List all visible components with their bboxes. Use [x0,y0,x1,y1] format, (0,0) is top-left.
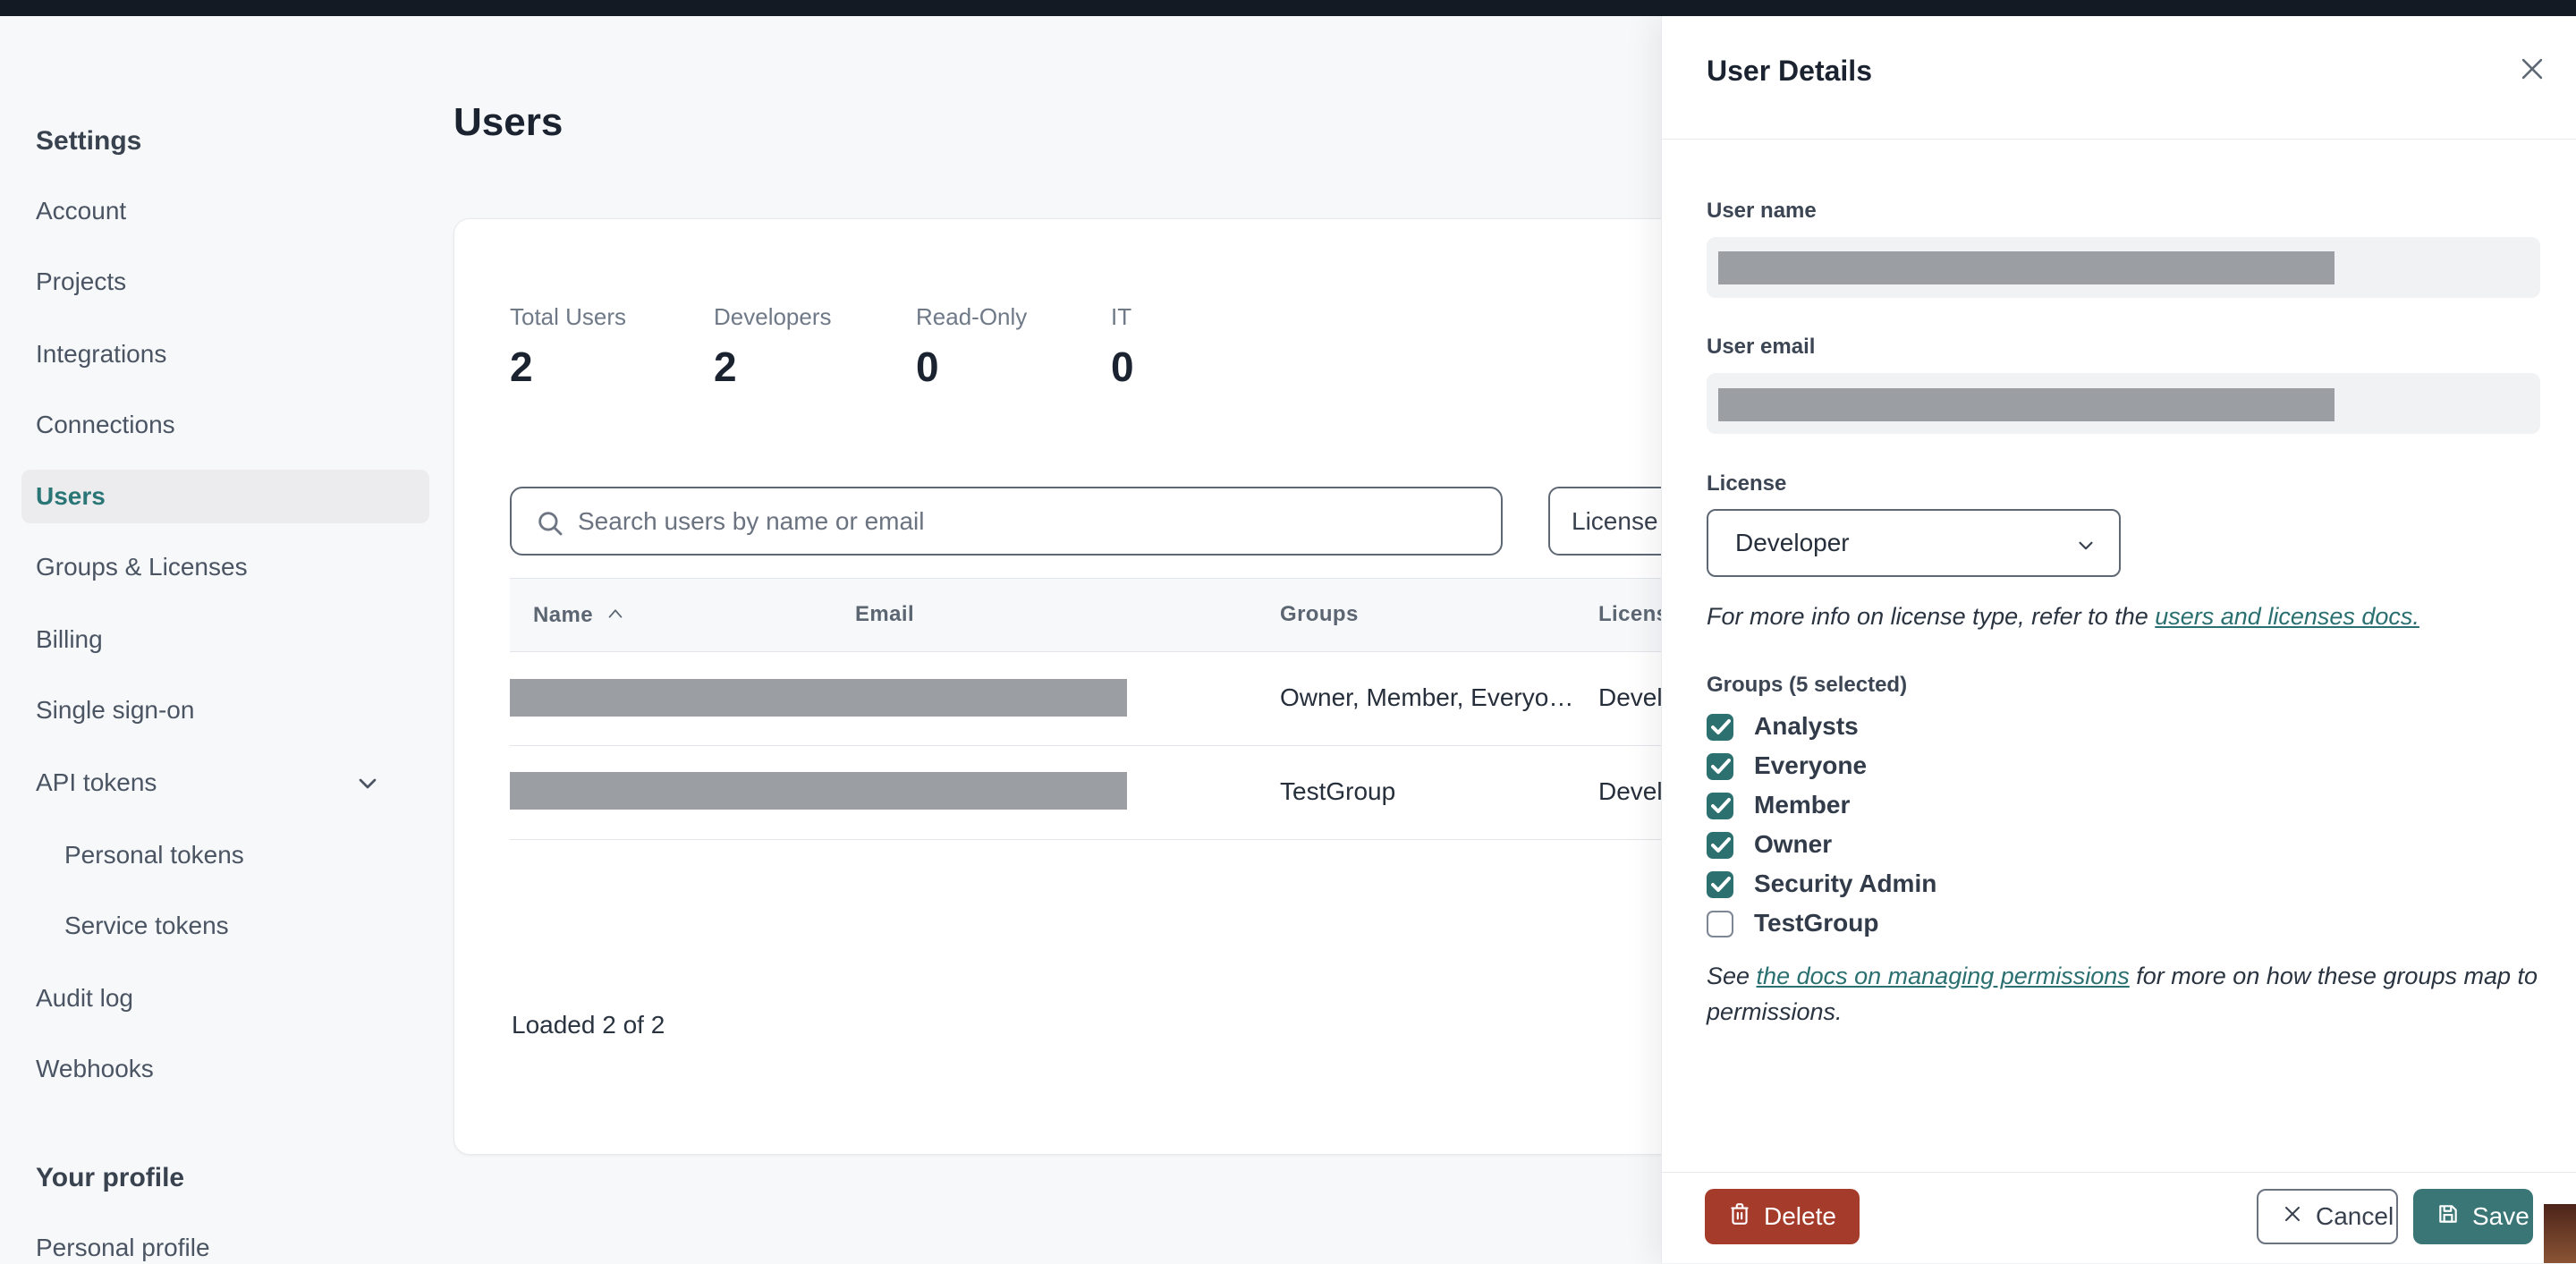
checkbox-analysts[interactable] [1707,714,1733,741]
checkbox-owner[interactable] [1707,832,1733,859]
sidebar-item-webhooks[interactable]: Webhooks [36,1053,154,1085]
stat-label: Developers [714,302,832,331]
users-licenses-docs-link[interactable]: users and licenses docs. [2155,603,2419,630]
group-option-label: Security Admin [1754,870,1936,898]
column-header-name[interactable]: Name [533,602,625,628]
groups-label: Groups (5 selected) [1707,673,1907,698]
user-email-label: User email [1707,335,1815,360]
trash-icon [1728,1201,1751,1233]
search-icon [535,508,565,543]
group-option-label: Analysts [1754,712,1859,741]
settings-sidebar: Settings Account Projects Integrations C… [0,16,447,1263]
checkbox-everyone[interactable] [1707,753,1733,780]
corner-artifact [2544,1204,2576,1263]
sidebar-item-groups-licenses[interactable]: Groups & Licenses [36,551,248,583]
group-option-label: TestGroup [1754,909,1878,937]
stat-value: 2 [510,342,626,392]
chevron-down-icon[interactable] [353,769,382,798]
stat-value: 2 [714,342,832,392]
panel-footer: Delete Cancel Save [1662,1172,2576,1263]
chevron-down-icon [2074,534,2097,562]
stat-developers: Developers 2 [714,302,832,392]
search-input[interactable] [578,490,1481,552]
your-profile-heading: Your profile [36,1161,184,1195]
delete-button[interactable]: Delete [1705,1189,1860,1244]
managing-permissions-docs-link[interactable]: the docs on managing permissions [1757,963,2130,989]
cell-groups: TestGroup [1280,777,1395,806]
sidebar-item-audit-log[interactable]: Audit log [36,982,133,1014]
sidebar-item-api-tokens[interactable]: API tokens [36,767,157,799]
column-header-groups[interactable]: Groups [1280,602,1359,627]
cancel-button[interactable]: Cancel [2257,1189,2398,1244]
group-option-label: Owner [1754,830,1832,859]
close-icon[interactable] [2517,54,2547,84]
stat-label: Read-Only [916,302,1027,331]
redacted-name-email [510,772,1127,810]
panel-title: User Details [1707,55,1872,88]
sidebar-item-personal-profile[interactable]: Personal profile [36,1232,210,1264]
stat-label: Total Users [510,302,626,331]
permissions-note: See the docs on managing permissions for… [1707,958,2538,1030]
redacted-value [1718,388,2334,421]
group-option-label: Everyone [1754,751,1867,780]
sidebar-item-account[interactable]: Account [36,195,126,227]
stat-total-users: Total Users 2 [510,302,626,392]
divider [1662,139,2576,140]
stat-value: 0 [916,342,1027,392]
save-button[interactable]: Save [2413,1189,2533,1244]
sidebar-item-users[interactable]: Users [36,480,106,513]
user-search-box[interactable] [510,487,1503,556]
sidebar-item-personal-tokens[interactable]: Personal tokens [64,839,244,871]
stat-value: 0 [1111,342,1134,392]
sidebar-item-service-tokens[interactable]: Service tokens [64,910,229,942]
cell-groups: Owner, Member, Everyo… [1280,683,1573,712]
checkbox-testgroup[interactable] [1707,911,1733,937]
page-title: Users [453,100,563,145]
checkbox-security-admin[interactable] [1707,871,1733,898]
save-disk-icon [2436,1202,2460,1232]
sidebar-item-projects[interactable]: Projects [36,266,126,298]
user-details-panel: User Details User name User email Licens… [1661,16,2576,1263]
stat-label: IT [1111,302,1134,331]
x-icon [2282,1202,2303,1231]
redacted-value [1718,251,2334,284]
user-email-field[interactable] [1707,373,2540,434]
license-label: License [1707,471,1786,496]
license-note: For more info on license type, refer to … [1707,598,2547,634]
license-selected-value: Developer [1735,529,1850,557]
redacted-name-email [510,679,1127,717]
settings-heading: Settings [36,124,141,158]
license-select[interactable]: Developer [1707,509,2121,577]
checkbox-member[interactable] [1707,793,1733,819]
sort-ascending-icon [606,602,625,627]
stat-it: IT 0 [1111,302,1134,392]
sidebar-item-single-sign-on[interactable]: Single sign-on [36,694,194,726]
top-bar [0,0,2576,16]
user-name-label: User name [1707,199,1817,224]
column-header-email[interactable]: Email [855,602,914,627]
sidebar-item-billing[interactable]: Billing [36,624,103,656]
stat-read-only: Read-Only 0 [916,302,1027,392]
user-name-field[interactable] [1707,237,2540,298]
group-option-label: Member [1754,791,1850,819]
loaded-count-text: Loaded 2 of 2 [512,1011,665,1039]
sidebar-item-integrations[interactable]: Integrations [36,338,166,370]
sidebar-item-connections[interactable]: Connections [36,409,175,441]
